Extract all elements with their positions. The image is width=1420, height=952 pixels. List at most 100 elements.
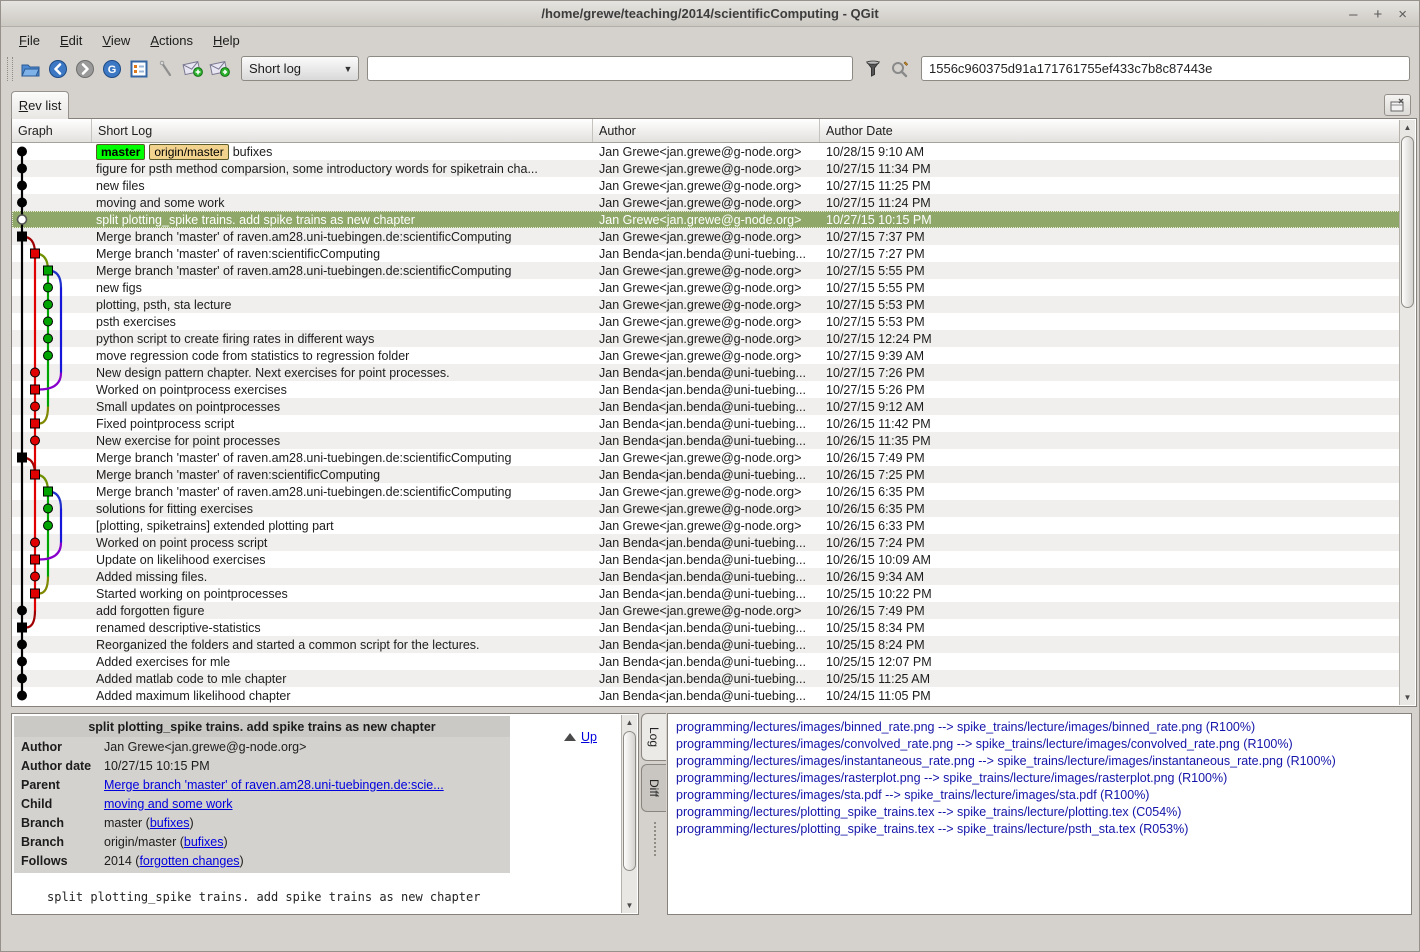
- table-row[interactable]: Added exercises for mleJan Benda<jan.ben…: [12, 653, 1400, 670]
- table-row[interactable]: Merge branch 'master' of raven:scientifi…: [12, 466, 1400, 483]
- view-list-button[interactable]: [125, 56, 152, 81]
- titlebar[interactable]: /home/grewe/teaching/2014/scientificComp…: [1, 1, 1419, 27]
- table-row[interactable]: Update on likelihood exercisesJan Benda<…: [12, 551, 1400, 568]
- file-rename-entry[interactable]: programming/lectures/images/instantaneou…: [676, 753, 1411, 770]
- scroll-up-icon[interactable]: ▲: [1401, 121, 1414, 134]
- detail-field-value: ): [224, 835, 228, 849]
- table-row[interactable]: Added maximum likelihood chapterJan Bend…: [12, 687, 1400, 704]
- save-patch-button[interactable]: [206, 56, 233, 81]
- table-row[interactable]: Reorganized the folders and started a co…: [12, 636, 1400, 653]
- log-view-select[interactable]: Short log ▼: [241, 56, 359, 81]
- menu-actions[interactable]: Actions: [140, 30, 203, 51]
- forward-button[interactable]: [71, 56, 98, 81]
- cell-author: Jan Benda<jan.benda@uni-tuebing...: [593, 587, 820, 601]
- cell-author-date: 10/27/15 9:12 AM: [820, 400, 1400, 414]
- file-rename-entry[interactable]: programming/lectures/plotting_spike_trai…: [676, 804, 1411, 821]
- table-row[interactable]: Small updates on pointprocessesJan Benda…: [12, 398, 1400, 415]
- rev-list-scrollbar[interactable]: ▲ ▼: [1399, 120, 1415, 705]
- details-scrollbar[interactable]: ▲ ▼: [621, 715, 637, 913]
- table-row[interactable]: [plotting, spiketrains] extended plottin…: [12, 517, 1400, 534]
- table-row[interactable]: plotting, psth, sta lectureJan Grewe<jan…: [12, 296, 1400, 313]
- table-row[interactable]: Merge branch 'master' of raven:scientifi…: [12, 245, 1400, 262]
- side-tab-diff[interactable]: Diff: [641, 764, 666, 812]
- minimize-button[interactable]: –: [1349, 7, 1357, 22]
- table-row[interactable]: Started working on pointprocessesJan Ben…: [12, 585, 1400, 602]
- table-header: Graph Short Log Author Author Date: [12, 119, 1400, 143]
- apply-patch-button[interactable]: [179, 56, 206, 81]
- menu-help[interactable]: Help: [203, 30, 250, 51]
- table-row[interactable]: Added matlab code to mle chapterJan Bend…: [12, 670, 1400, 687]
- toolbar-grip[interactable]: [7, 57, 13, 81]
- detail-link[interactable]: Merge branch 'master' of raven.am28.uni-…: [104, 778, 444, 792]
- cell-short-log: Merge branch 'master' of raven.am28.uni-…: [92, 264, 593, 278]
- detail-link[interactable]: bufixes: [150, 816, 190, 830]
- table-row[interactable]: split plotting_spike trains. add spike t…: [12, 211, 1400, 228]
- table-row[interactable]: New design pattern chapter. Next exercis…: [12, 364, 1400, 381]
- wand-button[interactable]: [152, 56, 179, 81]
- table-row[interactable]: Merge branch 'master' of raven.am28.uni-…: [12, 228, 1400, 245]
- filter-button[interactable]: [859, 56, 886, 81]
- detail-link[interactable]: forgotten changes: [139, 854, 239, 868]
- scroll-down-icon[interactable]: ▼: [1401, 691, 1414, 704]
- tab-corner-button[interactable]: [1384, 94, 1411, 116]
- highlight-search-button[interactable]: [886, 56, 913, 81]
- table-row[interactable]: new filesJan Grewe<jan.grewe@g-node.org>…: [12, 177, 1400, 194]
- menu-edit[interactable]: Edit: [50, 30, 92, 51]
- file-rename-entry[interactable]: programming/lectures/images/binned_rate.…: [676, 719, 1411, 736]
- close-button[interactable]: ×: [1398, 7, 1407, 22]
- table-row[interactable]: python script to create firing rates in …: [12, 330, 1400, 347]
- cell-author: Jan Grewe<jan.grewe@g-node.org>: [593, 298, 820, 312]
- cell-author: Jan Grewe<jan.grewe@g-node.org>: [593, 162, 820, 176]
- maximize-button[interactable]: +: [1373, 7, 1382, 22]
- sha-input[interactable]: [921, 56, 1410, 81]
- detail-field-label: Branch: [14, 835, 104, 849]
- splitter-grip[interactable]: [654, 822, 656, 856]
- table-row[interactable]: renamed descriptive-statisticsJan Benda<…: [12, 619, 1400, 636]
- cell-author: Jan Benda<jan.benda@uni-tuebing...: [593, 638, 820, 652]
- column-header-graph[interactable]: Graph: [12, 119, 92, 142]
- table-row[interactable]: add forgotten figureJan Grewe<jan.grewe@…: [12, 602, 1400, 619]
- scroll-up-icon[interactable]: ▲: [623, 716, 636, 729]
- table-row[interactable]: Merge branch 'master' of raven.am28.uni-…: [12, 262, 1400, 279]
- detail-link[interactable]: moving and some work: [104, 797, 233, 811]
- table-row[interactable]: solutions for fitting exercisesJan Grewe…: [12, 500, 1400, 517]
- table-row[interactable]: New exercise for point processesJan Bend…: [12, 432, 1400, 449]
- scroll-down-icon[interactable]: ▼: [623, 899, 636, 912]
- table-row[interactable]: Merge branch 'master' of raven.am28.uni-…: [12, 449, 1400, 466]
- up-button[interactable]: Up: [564, 730, 597, 744]
- scrollbar-thumb[interactable]: [623, 731, 636, 871]
- branch-tag: master: [96, 144, 145, 160]
- table-row[interactable]: figure for psth method comparsion, some …: [12, 160, 1400, 177]
- tab-rev-list[interactable]: Rev list: [11, 91, 69, 119]
- cell-short-log: Merge branch 'master' of raven.am28.uni-…: [92, 485, 593, 499]
- table-row[interactable]: move regression code from statistics to …: [12, 347, 1400, 364]
- reload-button[interactable]: G: [98, 56, 125, 81]
- column-header-author[interactable]: Author: [593, 119, 820, 142]
- file-rename-entry[interactable]: programming/lectures/images/sta.pdf --> …: [676, 787, 1411, 804]
- scrollbar-thumb[interactable]: [1401, 136, 1414, 308]
- table-row[interactable]: new figsJan Grewe<jan.grewe@g-node.org>1…: [12, 279, 1400, 296]
- open-repo-button[interactable]: [17, 56, 44, 81]
- table-row[interactable]: psth exercisesJan Grewe<jan.grewe@g-node…: [12, 313, 1400, 330]
- side-tab-log[interactable]: Log: [641, 713, 666, 761]
- menu-view[interactable]: View: [92, 30, 140, 51]
- cell-short-log: move regression code from statistics to …: [92, 349, 593, 363]
- file-rename-entry[interactable]: programming/lectures/images/convolved_ra…: [676, 736, 1411, 753]
- file-rename-entry[interactable]: programming/lectures/images/rasterplot.p…: [676, 770, 1411, 787]
- file-rename-entry[interactable]: programming/lectures/plotting_spike_trai…: [676, 821, 1411, 838]
- detail-link[interactable]: bufixes: [184, 835, 224, 849]
- cell-short-log: Added matlab code to mle chapter: [92, 672, 593, 686]
- table-row[interactable]: moving and some workJan Grewe<jan.grewe@…: [12, 194, 1400, 211]
- table-row[interactable]: Fixed pointprocess scriptJan Benda<jan.b…: [12, 415, 1400, 432]
- table-row[interactable]: masterorigin/masterbufixesJan Grewe<jan.…: [12, 143, 1400, 160]
- menu-file[interactable]: File: [9, 30, 50, 51]
- search-input[interactable]: [367, 56, 853, 81]
- column-header-author-date[interactable]: Author Date: [820, 119, 1400, 142]
- back-button[interactable]: [44, 56, 71, 81]
- table-row[interactable]: Worked on pointprocess exercisesJan Bend…: [12, 381, 1400, 398]
- table-row[interactable]: Added missing files.Jan Benda<jan.benda@…: [12, 568, 1400, 585]
- column-header-short-log[interactable]: Short Log: [92, 119, 593, 142]
- table-row[interactable]: Worked on point process scriptJan Benda<…: [12, 534, 1400, 551]
- up-link[interactable]: Up: [581, 730, 597, 744]
- table-row[interactable]: Merge branch 'master' of raven.am28.uni-…: [12, 483, 1400, 500]
